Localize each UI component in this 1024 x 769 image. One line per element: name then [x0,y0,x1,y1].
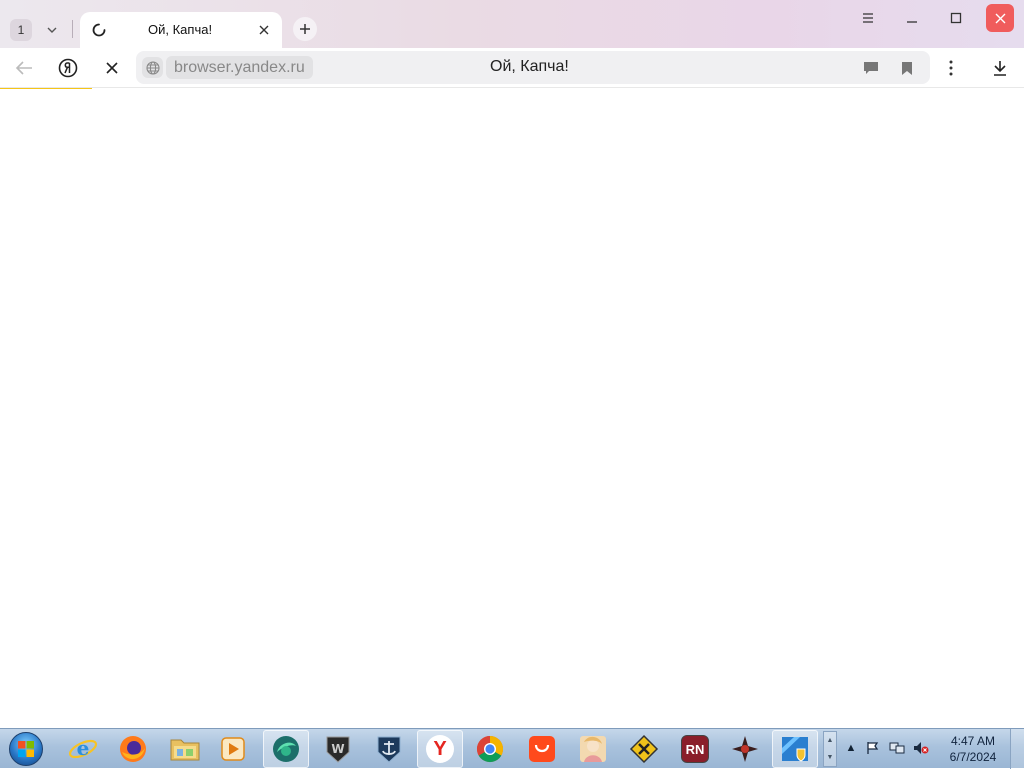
bookmark-icon [902,61,912,75]
yandex-glyph: Y [433,737,447,760]
taskbar-yandex-browser[interactable]: Y [417,730,463,768]
rn-glyph: RN [685,741,705,757]
maximize-icon [950,12,962,24]
windows-logo-icon [9,732,43,766]
control-panel-icon [782,737,808,762]
action-center-icon[interactable] [864,737,882,759]
clock-date: 6/7/2024 [949,750,997,764]
plus-icon [300,24,310,34]
comments-button[interactable] [861,58,881,78]
tab-list-button[interactable] [40,19,64,41]
tab-count: 1 [17,23,25,37]
firefox-icon [120,736,146,762]
more-options-button[interactable] [937,54,965,82]
yellow-game-icon [629,734,659,764]
close-icon [259,25,269,35]
anchor-icon [377,736,401,763]
taskbar-world-of-tanks[interactable]: W [315,730,361,768]
chat-bubble-icon [864,62,878,74]
title-bar: 1 Ой, Капча! [0,0,1024,48]
play-icon [221,737,245,761]
taskbar: e W Y RN ▲ ▼ ▲ 4:47 AM 6/7/2024 [0,728,1024,769]
close-icon [995,13,1005,23]
taskbar-scroll-buttons[interactable]: ▲ ▼ [823,731,837,767]
ie-icon: e [68,736,98,760]
maximize-button[interactable] [942,4,970,32]
green-app-icon [273,736,299,762]
tanks-icon: W [326,736,350,763]
close-icon [106,62,118,74]
svg-text:W: W [331,742,344,756]
network-icon[interactable] [888,737,906,759]
clock-time: 4:47 AM [950,734,996,748]
stop-loading-button[interactable] [98,54,126,82]
browser-menu-button[interactable] [854,4,882,32]
taskbar-explorer[interactable] [162,730,208,768]
address-bar[interactable]: browser.yandex.ru Ой, Капча! [136,51,930,84]
yandex-home-button[interactable] [54,54,82,82]
downloads-button[interactable] [986,54,1014,82]
bookmark-button[interactable] [897,58,917,78]
start-button[interactable] [4,730,48,768]
show-hidden-icons-button[interactable]: ▲ [842,737,860,759]
back-button[interactable] [10,54,38,82]
show-desktop-button[interactable] [1010,729,1024,769]
site-info-button[interactable] [142,57,163,78]
download-icon [994,61,1006,76]
taskbar-chrome[interactable] [467,730,513,768]
yandex-logo-icon [58,58,78,78]
tab-title: Ой, Капча! [148,22,213,37]
tab-close-button[interactable] [256,22,272,38]
taskbar-star-game[interactable] [722,730,768,768]
chevron-down-icon [47,27,57,33]
taskbar-firefox[interactable] [110,730,156,768]
taskbar-world-of-warships[interactable] [366,730,412,768]
chrome-icon [476,735,504,763]
taskbar-rn-app[interactable]: RN [672,730,718,768]
aliexpress-icon [529,736,555,762]
globe-icon [145,60,160,75]
star-game-icon [732,736,758,762]
minimize-button[interactable] [898,4,926,32]
new-tab-button[interactable] [293,17,317,41]
character-icon [580,736,606,762]
taskbar-control-panel[interactable] [772,730,818,768]
page-content [0,89,1024,728]
domain-label[interactable]: browser.yandex.ru [166,56,313,79]
more-vertical-icon [949,60,953,76]
yandex-icon: Y [426,735,454,763]
taskbar-yellow-game[interactable] [621,730,667,768]
taskbar-character-game[interactable] [570,730,616,768]
taskbar-ie[interactable]: e [60,730,106,768]
taskbar-aliexpress[interactable] [519,730,565,768]
window-close-button[interactable] [986,4,1014,32]
browser-toolbar: browser.yandex.ru Ой, Капча! [0,48,1024,88]
address-page-title: Ой, Капча! [490,58,569,75]
rn-icon: RN [681,735,709,763]
volume-muted-icon[interactable] [912,737,930,759]
taskbar-green-app[interactable] [263,730,309,768]
clock[interactable]: 4:47 AM 6/7/2024 [942,733,1004,765]
taskbar-media-player[interactable] [210,730,256,768]
tab-active[interactable]: Ой, Капча! [80,12,282,48]
arrow-left-icon [15,61,32,75]
menu-icon [863,13,873,23]
loading-spinner-icon [92,23,106,37]
folder-icon [170,739,200,761]
minimize-icon [907,21,917,23]
tab-separator [72,20,73,38]
tab-count-button[interactable]: 1 [10,19,32,41]
svg-text:e: e [77,736,90,760]
